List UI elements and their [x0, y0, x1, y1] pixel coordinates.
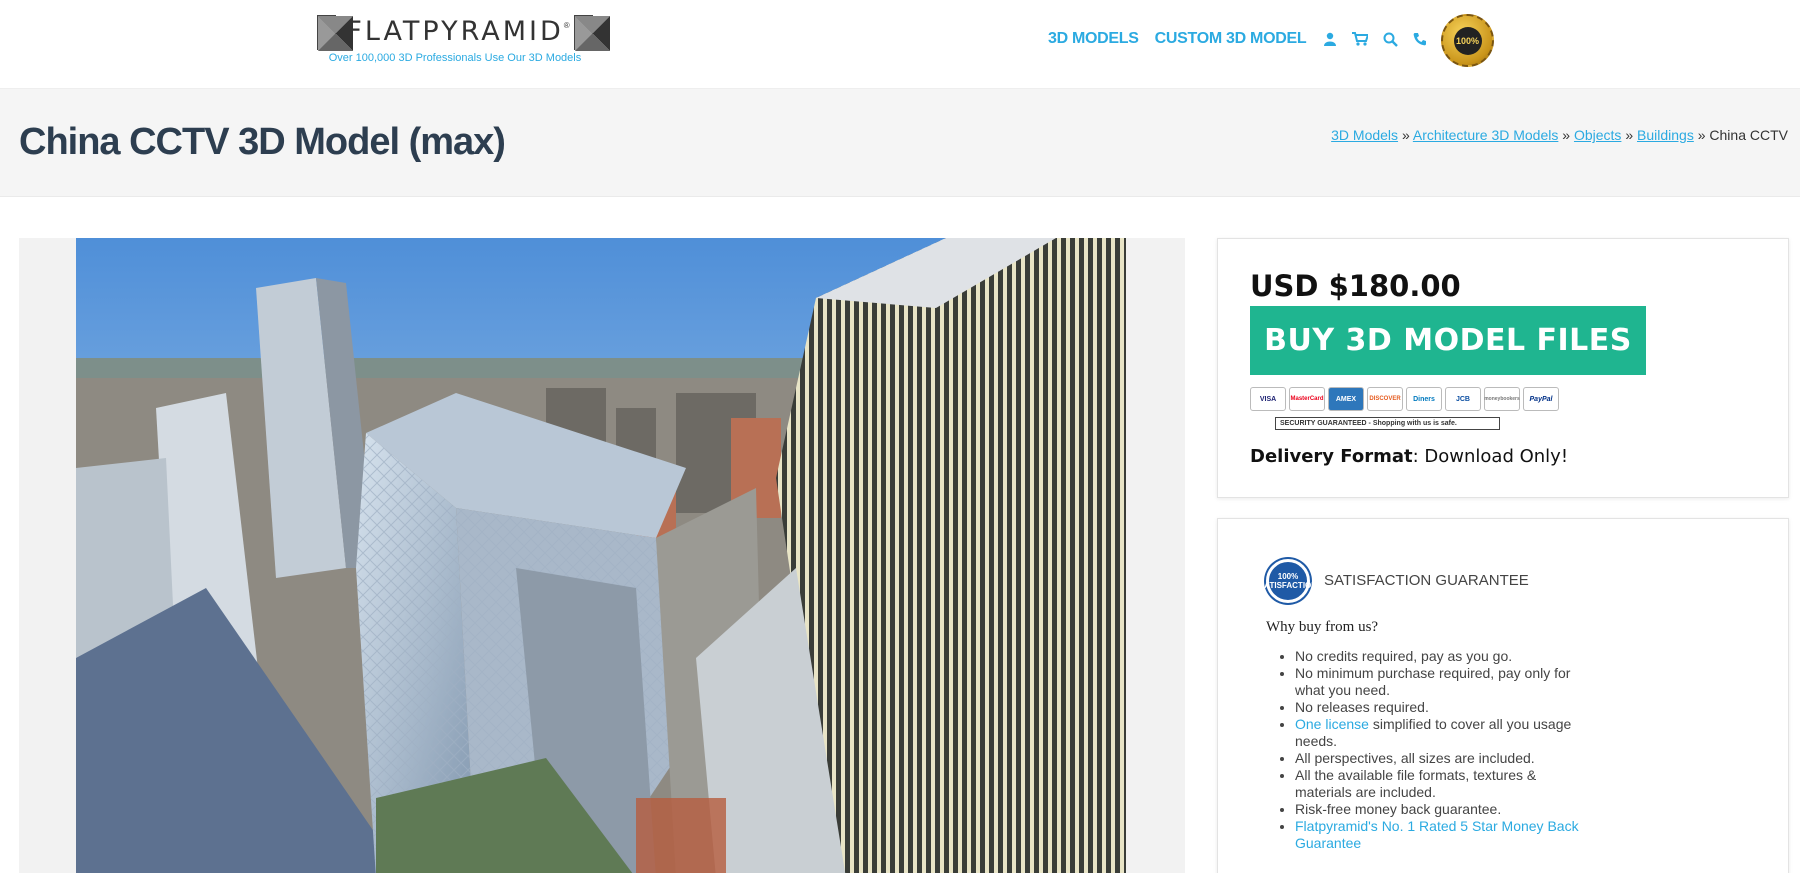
benefit-text: All perspectives, all sizes are included… [1295, 750, 1535, 766]
list-item: No releases required. [1295, 699, 1596, 716]
mastercard-icon: MasterCard [1289, 387, 1325, 411]
diners-card-icon: Diners [1406, 387, 1442, 411]
list-item: One license simplified to cover all you … [1295, 716, 1596, 750]
logo-tagline: Over 100,000 3D Professionals Use Our 3D… [328, 52, 582, 64]
list-item: All perspectives, all sizes are included… [1295, 750, 1596, 767]
money-back-guarantee-link[interactable]: Flatpyramid's No. 1 Rated 5 Star Money B… [1295, 818, 1579, 851]
breadcrumb: 3D Models » Architecture 3D Models » Obj… [1331, 127, 1788, 143]
purchase-card: USD $180.00 BUY 3D MODEL FILES VISA Mast… [1217, 238, 1789, 498]
breadcrumb-architecture[interactable]: Architecture 3D Models [1413, 127, 1559, 143]
benefit-text: All the available file formats, textures… [1295, 767, 1537, 800]
delivery-label: Delivery Format [1250, 446, 1413, 467]
benefit-text: No releases required. [1295, 699, 1429, 715]
benefit-text: No credits required, pay as you go. [1295, 648, 1513, 664]
user-icon[interactable] [1322, 31, 1338, 47]
breadcrumb-separator: » [1697, 127, 1706, 143]
list-item: Risk-free money back guarantee. [1295, 801, 1596, 818]
moneybookers-icon: moneybookers [1484, 387, 1520, 411]
page-title: China CCTV 3D Model (max) [19, 121, 506, 163]
benefit-text: No minimum purchase required, pay only f… [1295, 665, 1571, 698]
product-image-panel [19, 238, 1185, 873]
list-item: Flatpyramid's No. 1 Rated 5 Star Money B… [1295, 818, 1596, 852]
site-logo[interactable]: FLATPYRAMID ® Over 100,000 3D Profession… [317, 14, 610, 66]
title-bar: China CCTV 3D Model (max) 3D Models » Ar… [0, 89, 1800, 197]
cart-icon[interactable] [1352, 31, 1369, 47]
list-item: No minimum purchase required, pay only f… [1295, 665, 1596, 699]
paypal-icon: PayPal [1523, 387, 1559, 411]
benefit-text: Risk-free money back guarantee. [1295, 801, 1502, 817]
main-nav: 3D MODELS CUSTOM 3D MODEL [1048, 26, 1442, 52]
why-buy-heading: Why buy from us? [1266, 619, 1379, 635]
money-back-guarantee-badge: 100% [1441, 14, 1494, 67]
breadcrumb-buildings[interactable]: Buildings [1637, 127, 1694, 143]
search-icon[interactable] [1382, 31, 1398, 47]
payment-methods: VISA MasterCard AMEX DISCOVER Diners JCB… [1250, 387, 1562, 411]
nav-custom-3d-model[interactable]: CUSTOM 3D MODEL [1155, 30, 1307, 48]
breadcrumb-separator: » [1625, 127, 1634, 143]
discover-card-icon: DISCOVER [1367, 387, 1403, 411]
list-item: All the available file formats, textures… [1295, 767, 1596, 801]
phone-icon[interactable] [1412, 31, 1428, 47]
product-price: USD $180.00 [1250, 269, 1461, 303]
pyramid-logo-icon-right [573, 14, 610, 51]
breadcrumb-3d-models[interactable]: 3D Models [1331, 127, 1398, 143]
benefits-list: No credits required, pay as you go. No m… [1266, 648, 1596, 852]
list-item: No credits required, pay as you go. [1295, 648, 1596, 665]
satisfaction-seal-icon: 100% SATISFACTION [1259, 559, 1317, 603]
product-render-image[interactable] [76, 238, 1126, 873]
guarantee-title: SATISFACTION GUARANTEE [1324, 572, 1529, 589]
breadcrumb-objects[interactable]: Objects [1574, 127, 1621, 143]
breadcrumb-separator: » [1562, 127, 1571, 143]
breadcrumb-separator: » [1401, 127, 1410, 143]
guarantee-card: 100% SATISFACTION SATISFACTION GUARANTEE… [1217, 518, 1789, 873]
amex-card-icon: AMEX [1328, 387, 1364, 411]
jcb-card-icon: JCB [1445, 387, 1481, 411]
registered-mark: ® [563, 20, 570, 30]
nav-3d-models[interactable]: 3D MODELS [1048, 30, 1139, 48]
pyramid-logo-icon [317, 14, 353, 51]
one-license-link[interactable]: One license [1295, 716, 1369, 732]
breadcrumb-current: China CCTV [1709, 127, 1788, 143]
visa-card-icon: VISA [1250, 387, 1286, 411]
delivery-value: : Download Only! [1412, 446, 1569, 467]
badge-label: 100% [1453, 26, 1482, 55]
logo-wordmark: FLATPYRAMID [346, 16, 564, 47]
buy-model-files-button[interactable]: BUY 3D MODEL FILES [1250, 306, 1646, 375]
site-header: FLATPYRAMID ® Over 100,000 3D Profession… [0, 0, 1800, 89]
delivery-format: Delivery Format: Download Only! [1250, 446, 1568, 467]
security-guaranteed-banner: SECURITY GUARANTEED - Shopping with us i… [1275, 417, 1500, 430]
